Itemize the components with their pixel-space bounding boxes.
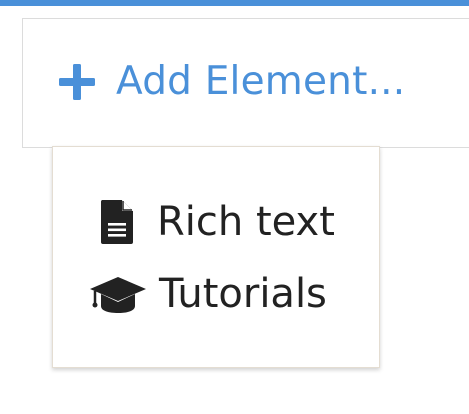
menu-item-rich-text[interactable]: Rich text [99, 199, 335, 245]
menu-item-label: Rich text [157, 199, 335, 245]
graduation-cap-icon [89, 274, 147, 314]
add-element-panel: Add Element... [22, 18, 469, 148]
top-accent-bar [0, 0, 469, 6]
file-text-icon [99, 199, 135, 245]
menu-item-label: Tutorials [159, 271, 327, 317]
add-element-dropdown: Rich text Tutorials [52, 146, 380, 368]
plus-icon [56, 61, 98, 103]
add-element-button[interactable]: Add Element... [56, 59, 405, 104]
add-element-label: Add Element... [116, 59, 406, 104]
menu-item-tutorials[interactable]: Tutorials [89, 271, 327, 317]
